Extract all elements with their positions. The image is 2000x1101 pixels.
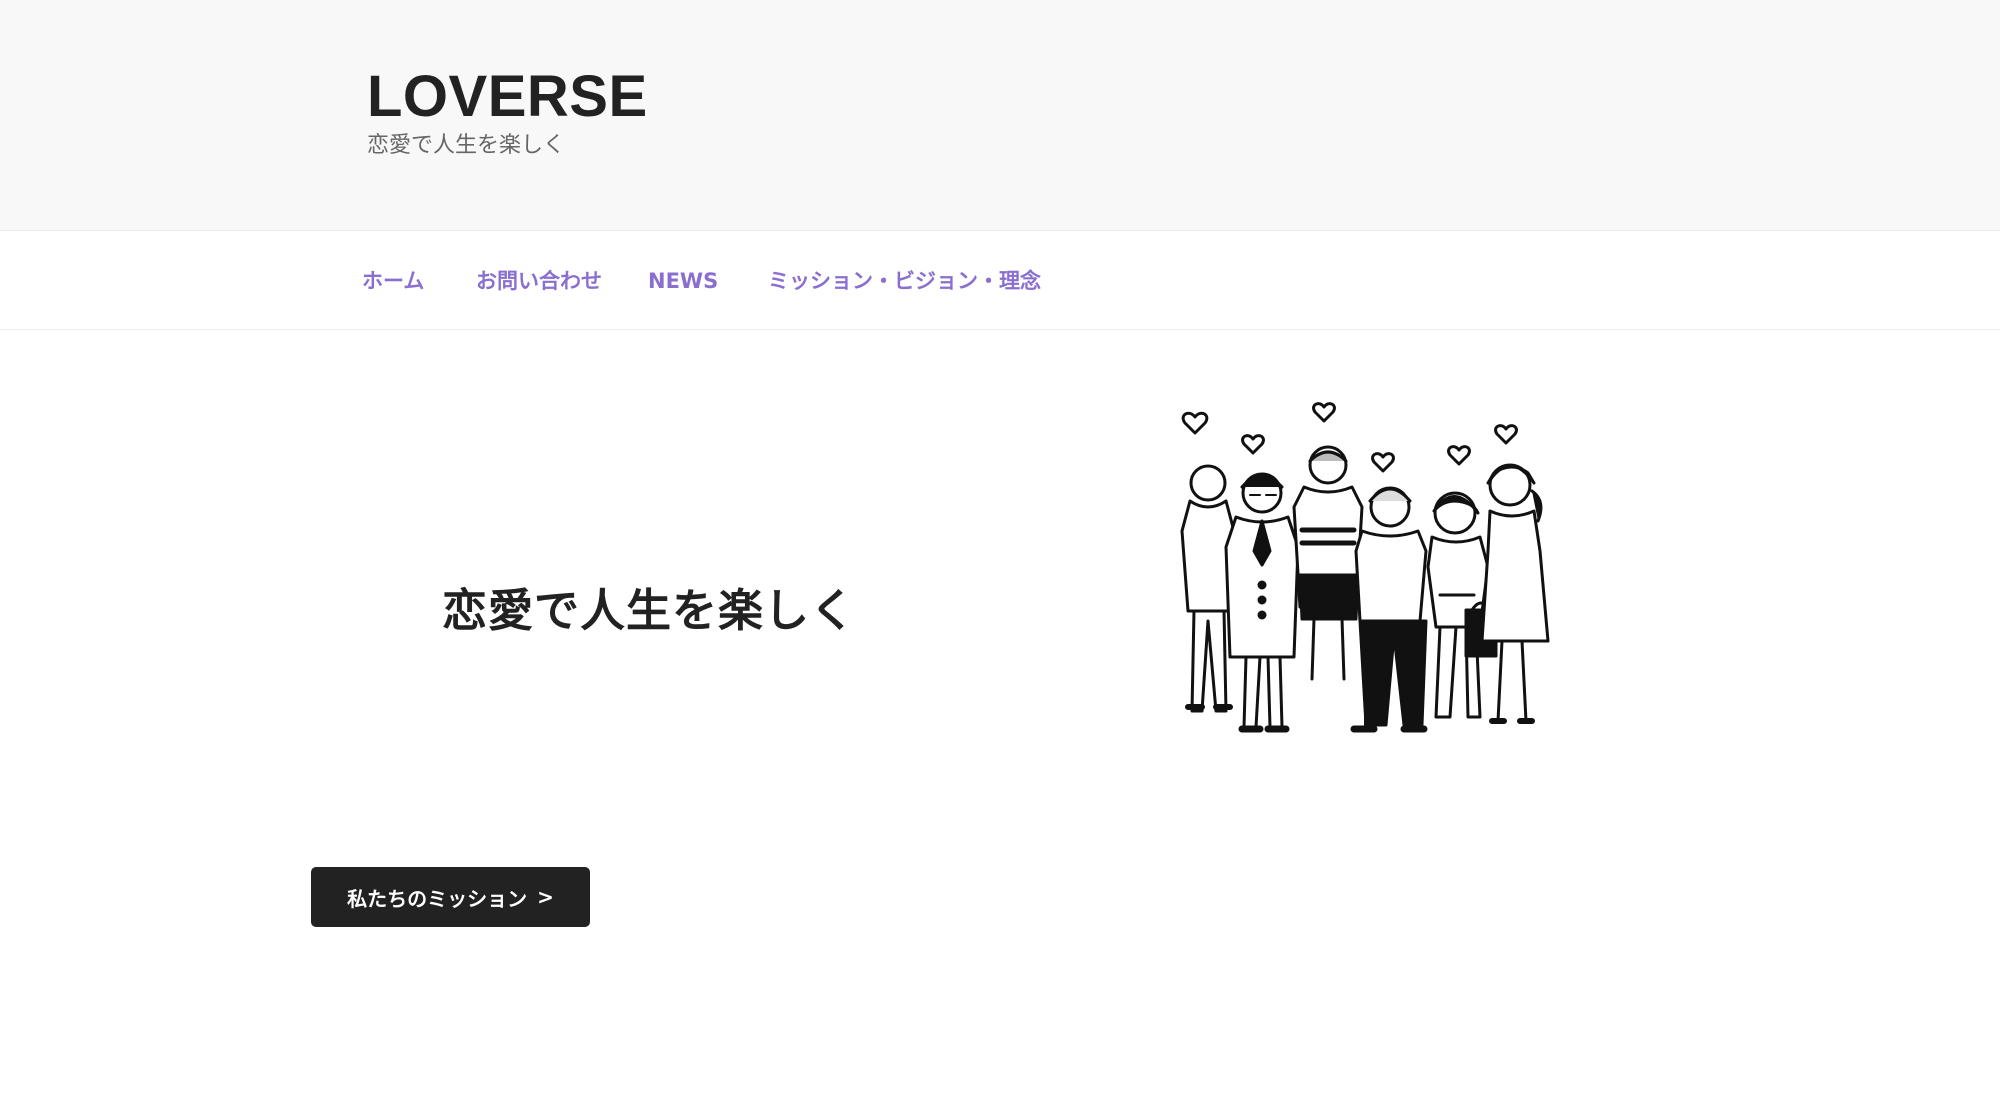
nav-item-news[interactable]: NEWS	[648, 266, 718, 296]
nav-item-mission-vision[interactable]: ミッション・ビジョン・理念	[768, 266, 1041, 296]
heart-icon	[1181, 402, 1518, 473]
site-title[interactable]: LOVERSE	[367, 62, 648, 132]
main-navigation: ホーム お問い合わせ NEWS ミッション・ビジョン・理念	[0, 232, 2000, 330]
mission-button-label: 私たちのミッション	[347, 886, 528, 911]
nav-item-contact[interactable]: お問い合わせ	[476, 266, 602, 296]
chevron-right-icon: >	[537, 885, 554, 909]
site-header: LOVERSE 恋愛で人生を楽しく	[0, 0, 2000, 231]
hero-heading: 恋愛で人生を楽しく	[442, 584, 857, 637]
mission-button[interactable]: 私たちのミッション >	[311, 867, 590, 927]
nav-item-home[interactable]: ホーム	[362, 266, 424, 296]
people-illustration	[1150, 395, 1570, 755]
site-tagline: 恋愛で人生を楽しく	[367, 133, 566, 158]
